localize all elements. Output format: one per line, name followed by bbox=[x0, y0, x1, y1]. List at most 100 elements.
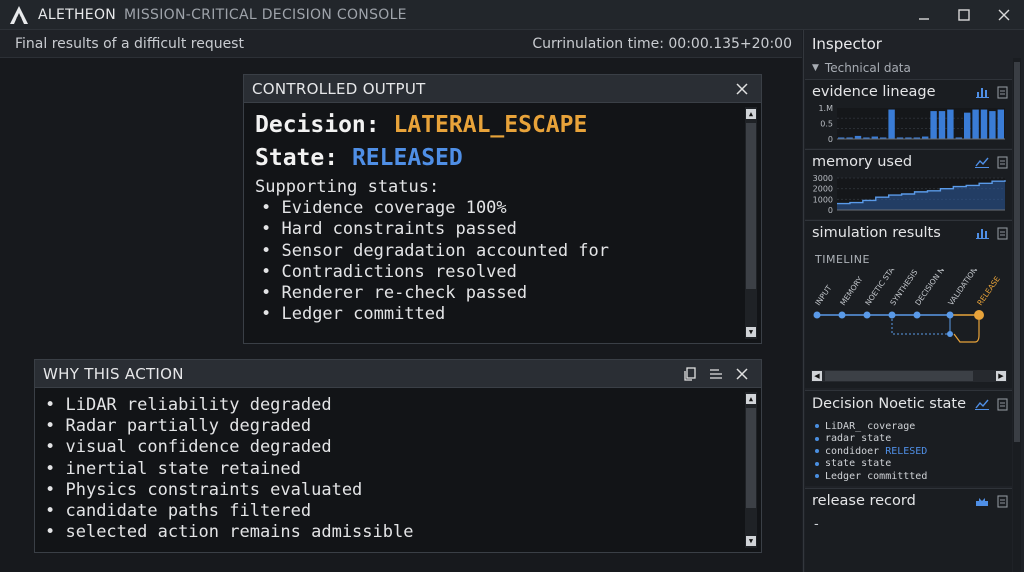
timeline-step-label: MEMORY bbox=[838, 275, 864, 307]
copy-button[interactable] bbox=[679, 364, 701, 384]
supporting-item: • Contradictions resolved bbox=[255, 262, 737, 283]
scroll-up-arrow-icon[interactable]: ▲ bbox=[746, 109, 756, 119]
list-icon bbox=[710, 368, 722, 379]
supporting-list: • Evidence coverage 100% • Hard constrain… bbox=[255, 198, 737, 325]
caret-down-icon: ▼ bbox=[812, 63, 819, 73]
maximize-button[interactable] bbox=[944, 0, 984, 30]
state-value: RELEASED bbox=[351, 145, 463, 171]
reason-item: • LiDAR reliability degraded bbox=[45, 395, 737, 416]
timeline-node[interactable] bbox=[913, 311, 921, 319]
inspector-scrollbar[interactable] bbox=[1013, 58, 1021, 572]
vertical-scrollbar[interactable]: ▲ ▼ bbox=[745, 107, 757, 339]
noetic-state-list: LiDAR_ coverage radar state condidoer RELES… bbox=[805, 417, 1012, 483]
noetic-item-text: Ledger committted bbox=[825, 470, 928, 482]
evidence-bar bbox=[997, 109, 1004, 139]
list-item-text: selected action remains admissible bbox=[65, 522, 414, 543]
line-chart-icon[interactable] bbox=[972, 398, 992, 410]
timeline-node[interactable] bbox=[974, 310, 984, 320]
bullet: • bbox=[45, 479, 66, 500]
scrollbar-thumb[interactable] bbox=[1014, 62, 1020, 442]
bullet: • bbox=[261, 283, 282, 304]
inspector-panel: Inspector ▼ Technical data evidence line… bbox=[803, 30, 1024, 572]
technical-data-label: Technical data bbox=[824, 61, 911, 75]
details-icon[interactable] bbox=[992, 397, 1012, 411]
timeline-node[interactable] bbox=[946, 311, 954, 319]
controlled-output-body: Decision: LATERAL_ESCAPE State: RELEASED… bbox=[244, 103, 761, 343]
details-icon[interactable] bbox=[992, 155, 1012, 169]
decision-noetic-section: Decision Noetic state LiDAR_ coverage rad… bbox=[805, 390, 1012, 486]
list-item-text: Evidence coverage 100% bbox=[281, 198, 507, 219]
bar-chart-icon[interactable] bbox=[972, 86, 992, 98]
list-item-text: Radar partially degraded bbox=[65, 416, 312, 437]
reason-item: • inertial state retained bbox=[45, 459, 737, 480]
scroll-up-arrow-icon[interactable]: ▲ bbox=[746, 394, 756, 404]
details-icon[interactable] bbox=[992, 85, 1012, 99]
bullet: • bbox=[261, 219, 282, 240]
bar-chart-icon[interactable] bbox=[972, 227, 992, 239]
list-item-text: Sensor degradation accounted for bbox=[281, 240, 609, 261]
scrollbar-thumb[interactable] bbox=[825, 371, 973, 381]
noetic-state-item: state state bbox=[805, 458, 1012, 471]
scroll-left-arrow-icon[interactable]: ◀ bbox=[812, 371, 822, 381]
decision-value: LATERAL_ESCAPE bbox=[393, 112, 588, 138]
bullet: • bbox=[261, 304, 282, 325]
list-item-text: candidate paths filtered bbox=[65, 501, 312, 522]
noetic-state-item: radar state bbox=[805, 433, 1012, 446]
reason-item: • candidate paths filtered bbox=[45, 501, 737, 522]
bullet: • bbox=[45, 458, 66, 479]
scroll-down-arrow-icon[interactable]: ▼ bbox=[746, 327, 756, 337]
evidence-bar bbox=[947, 109, 954, 139]
list-view-button[interactable] bbox=[705, 364, 727, 384]
vertical-scrollbar[interactable]: ▲ ▼ bbox=[745, 392, 757, 548]
y-tick-label: 3000 bbox=[813, 174, 833, 183]
decision-label: Decision: bbox=[255, 112, 380, 138]
timeline-node[interactable] bbox=[838, 311, 846, 319]
details-icon[interactable] bbox=[992, 226, 1012, 240]
bullet: • bbox=[261, 240, 282, 261]
timeline-step-label: INPUT bbox=[813, 283, 833, 307]
noetic-item-text: LiDAR_ coverage bbox=[825, 420, 916, 432]
close-window-button[interactable] bbox=[984, 0, 1024, 30]
list-item-text: visual confidence degraded bbox=[65, 437, 332, 458]
timeline-node[interactable] bbox=[813, 311, 821, 319]
noetic-item-highlight: RELESED bbox=[885, 445, 928, 457]
evidence-bar bbox=[964, 112, 971, 139]
main-area: CONTROLLED OUTPUT Decision: LATERAL_ESCA… bbox=[0, 58, 802, 572]
reason-item: • Radar partially degraded bbox=[45, 416, 737, 437]
close-panel-button[interactable] bbox=[731, 79, 753, 99]
list-item-text: Ledger committed bbox=[281, 304, 446, 325]
close-panel-button[interactable] bbox=[731, 364, 753, 384]
timeline-step-label: VALIDATION bbox=[946, 269, 979, 307]
timeline-node[interactable] bbox=[863, 311, 871, 319]
section-title: release record bbox=[812, 493, 916, 509]
horizontal-scrollbar[interactable]: ◀ ▶ bbox=[811, 370, 1007, 382]
minimize-button[interactable] bbox=[904, 0, 944, 30]
copy-icon bbox=[684, 366, 696, 381]
details-icon[interactable] bbox=[992, 494, 1012, 508]
timeline-node[interactable] bbox=[888, 311, 896, 319]
line-chart-icon[interactable] bbox=[972, 156, 992, 168]
scrollbar-thumb[interactable] bbox=[746, 123, 756, 289]
decision-line: Decision: LATERAL_ESCAPE bbox=[255, 109, 737, 142]
close-icon bbox=[998, 9, 1010, 21]
scroll-right-arrow-icon[interactable]: ▶ bbox=[996, 371, 1006, 381]
close-icon bbox=[736, 367, 748, 380]
noetic-state-item: condidoer RELESED bbox=[805, 445, 1012, 458]
branch-path bbox=[891, 315, 950, 335]
controlled-output-header: CONTROLLED OUTPUT bbox=[244, 75, 761, 103]
supporting-title: Supporting status: bbox=[255, 177, 440, 197]
y-tick-label: 1.M bbox=[818, 104, 833, 113]
technical-data-toggle[interactable]: ▼ Technical data bbox=[804, 58, 1024, 78]
scroll-down-arrow-icon[interactable]: ▼ bbox=[746, 536, 756, 546]
noetic-item-text: condidoer bbox=[825, 445, 880, 457]
status-message: Final results of a difficult request bbox=[15, 35, 244, 52]
list-item-text: Contradictions resolved bbox=[281, 261, 517, 282]
evidence-bar bbox=[930, 111, 937, 139]
evidence-bar bbox=[980, 109, 988, 139]
bullet: • bbox=[45, 416, 66, 437]
scrollbar-thumb[interactable] bbox=[746, 408, 756, 508]
bullet: • bbox=[261, 261, 282, 282]
section-title: simulation results bbox=[812, 225, 941, 241]
release-branch-path bbox=[953, 320, 980, 343]
release-icon[interactable] bbox=[972, 495, 992, 507]
